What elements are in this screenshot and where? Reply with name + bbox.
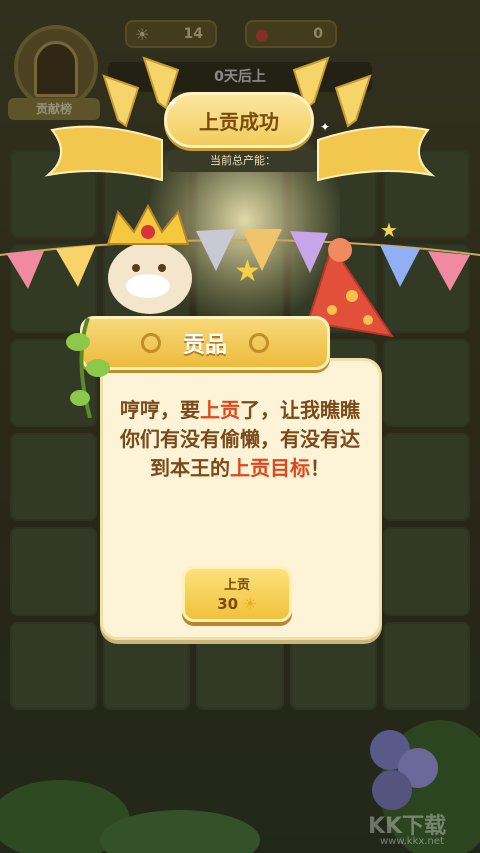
sun-icon: ☀ [243, 595, 257, 613]
party-bunting [0, 229, 480, 291]
watermark-url: www.kkx.net [380, 836, 444, 847]
star-icon: ✦ [168, 96, 179, 110]
panel-title: 贡品 [182, 333, 227, 358]
horn-icon [102, 74, 140, 128]
tribute-button[interactable]: 上贡 30 ☀ [182, 566, 292, 622]
message-text: ！ [310, 456, 330, 480]
vine-plant [66, 318, 110, 418]
swirl-icon [249, 333, 269, 353]
swirl-icon [141, 333, 161, 353]
panel-header: 贡品 [80, 316, 330, 370]
tribute-button-label: 上贡 [223, 578, 250, 593]
message-text: 哼哼，要 [120, 398, 200, 422]
horn-icon [334, 74, 372, 128]
success-title: 上贡成功 [164, 92, 314, 148]
cost-amount: 30 [217, 595, 239, 613]
message-highlight: 上贡目标 [230, 456, 310, 480]
star-icon: ✦ [320, 120, 331, 134]
berry-bush [370, 730, 438, 810]
message-highlight: 上贡 [200, 398, 240, 422]
tribute-button-cost: 30 ☀ [185, 595, 289, 613]
king-character [106, 203, 192, 314]
tribute-message: 哼哼，要上贡了，让我瞧瞧你们有没有偷懒，有没有达到本王的上贡目标！ [120, 396, 360, 483]
